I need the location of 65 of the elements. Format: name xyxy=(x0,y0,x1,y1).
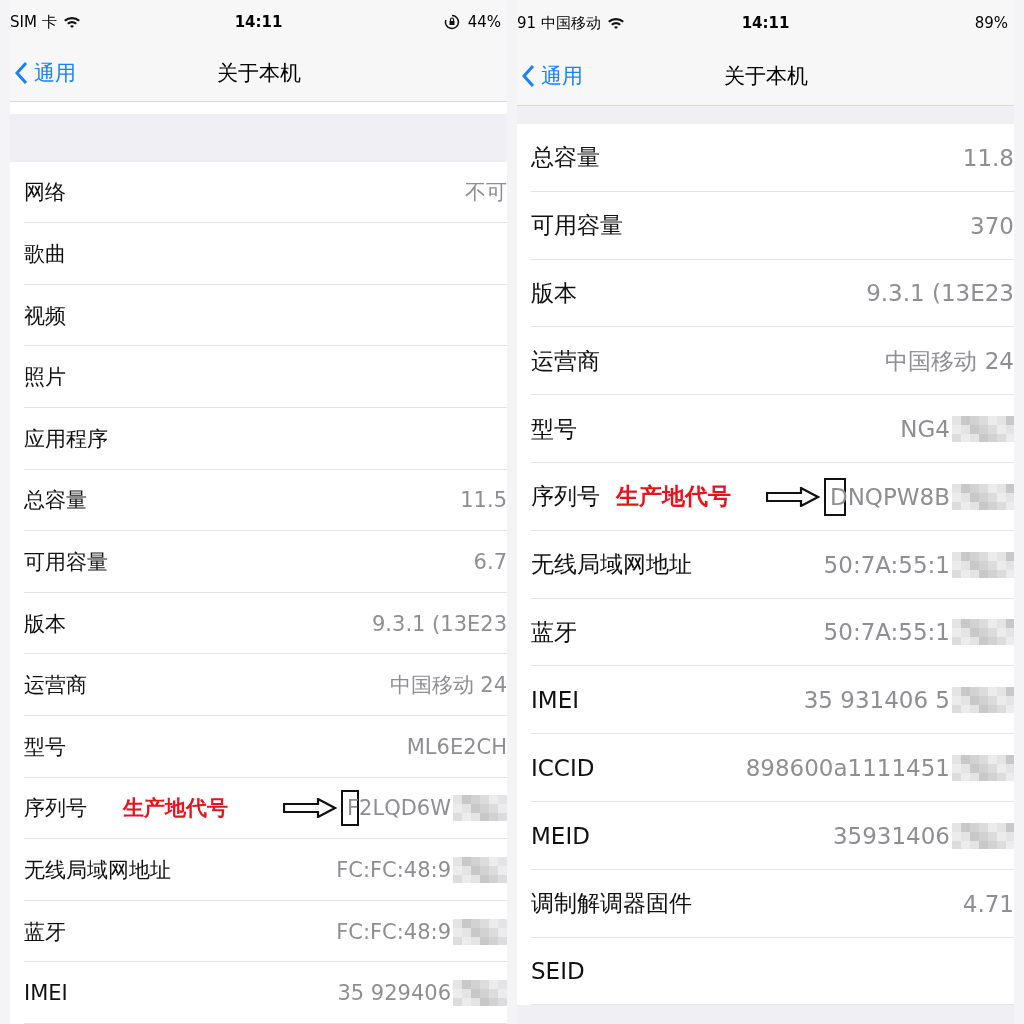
chevron-left-icon xyxy=(521,63,535,88)
row-value: 35 929406 xyxy=(337,981,451,1006)
battery-text: 44% xyxy=(467,13,501,32)
row-value: 9.3.1 (13E23 xyxy=(866,280,1014,307)
row-label: 视频 xyxy=(24,302,66,330)
row-label: IMEI xyxy=(24,981,68,1006)
row-label: 歌曲 xyxy=(24,241,66,269)
row-label: 照片 xyxy=(24,364,66,392)
row-value: ML6E2CH xyxy=(406,734,507,759)
row-label: 版本 xyxy=(531,279,577,308)
row-label: 运营商 xyxy=(531,346,600,376)
row-value: 6.7 xyxy=(473,550,507,575)
chevron-left-icon xyxy=(14,60,28,85)
arrow-icon xyxy=(765,486,820,507)
row-value: NG4 xyxy=(900,416,950,443)
annotation-text: 生产地代号 xyxy=(616,482,731,512)
page-title: 关于本机 xyxy=(723,63,808,88)
arrow-icon xyxy=(283,798,338,819)
row-label: 无线局域网地址 xyxy=(531,550,692,580)
row-value: 370 xyxy=(970,212,1014,239)
row-value: FC:FC:48:9 xyxy=(336,858,451,882)
row-label: 应用程序 xyxy=(24,425,108,453)
row-label: 型号 xyxy=(531,414,577,444)
row-label: 总容量 xyxy=(531,143,600,173)
back-button[interactable]: 通用 xyxy=(521,61,583,90)
row-label: 可用容量 xyxy=(24,549,108,577)
wifi-icon xyxy=(62,15,81,30)
wifi-icon xyxy=(606,16,625,30)
row-label: 序列号 xyxy=(531,482,600,512)
row-value: 中国移动 24 xyxy=(389,672,507,700)
clock-text: 14:11 xyxy=(234,13,283,32)
carrier-text: 91 中国移动 xyxy=(517,13,601,33)
row-label: 版本 xyxy=(24,610,66,638)
row-value: 9.3.1 (13E23 xyxy=(372,611,507,636)
row-value: 50:7A:55:1 xyxy=(823,551,950,578)
row-label: 网络 xyxy=(24,179,66,207)
battery-text: 89% xyxy=(974,14,1008,32)
row-value: 4.71 xyxy=(962,890,1014,917)
row-value: 35931406 xyxy=(832,822,950,849)
row-value: 不可 xyxy=(465,179,507,207)
row-label: 总容量 xyxy=(24,487,87,515)
annotation-text: 生产地代号 xyxy=(123,795,228,823)
row-value: FC:FC:48:9 xyxy=(336,919,451,944)
clock-text: 14:11 xyxy=(741,14,790,32)
row-label: SEID xyxy=(531,958,585,985)
row-label: 调制解调器固件 xyxy=(531,889,692,919)
back-button[interactable]: 通用 xyxy=(14,58,76,87)
row-label: 蓝牙 xyxy=(24,918,66,946)
row-value: 11.8 xyxy=(962,144,1014,171)
row-value: 898600a1111451 xyxy=(745,755,950,782)
row-label: IMEI xyxy=(531,687,579,714)
row-label: 序列号 xyxy=(24,795,87,823)
row-value: 中国移动 24 xyxy=(885,346,1014,376)
carrier-text: SIM 卡 xyxy=(10,12,57,32)
row-label: 无线局域网地址 xyxy=(24,857,171,884)
row-value: 35 931406 5 xyxy=(803,687,950,714)
row-label: 可用容量 xyxy=(531,211,623,241)
row-label: ICCID xyxy=(531,755,595,782)
row-value: 50:7A:55:1 xyxy=(823,619,950,646)
row-label: 运营商 xyxy=(24,672,87,700)
row-label: 蓝牙 xyxy=(531,617,577,647)
row-label: MEID xyxy=(531,822,590,849)
row-value: 11.5 xyxy=(460,488,507,513)
page-title: 关于本机 xyxy=(216,60,301,85)
row-label: 型号 xyxy=(24,733,66,761)
